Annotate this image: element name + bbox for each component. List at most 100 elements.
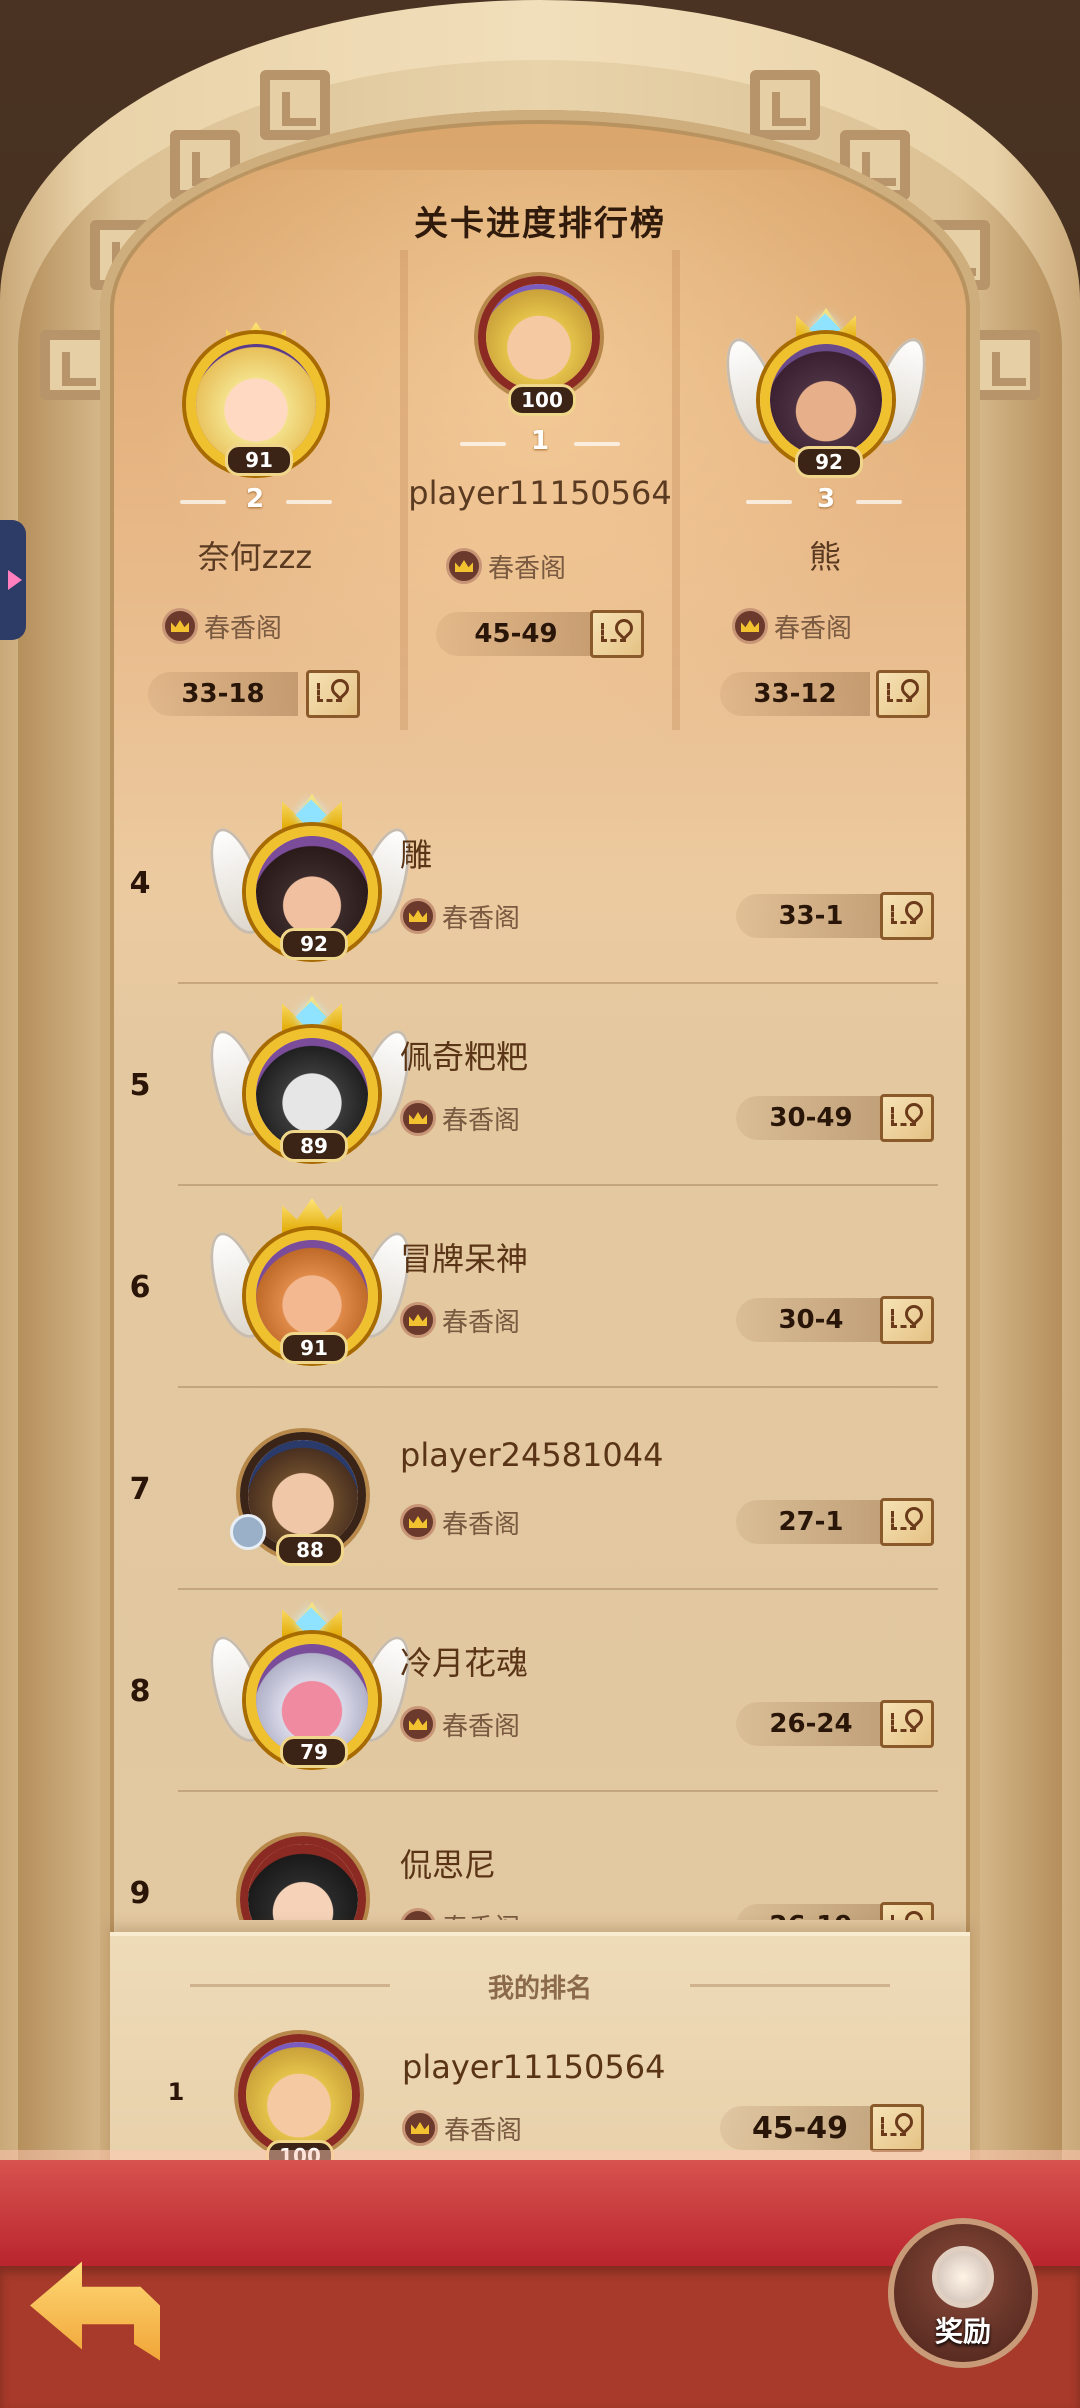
rank-number: 2: [245, 484, 265, 514]
player-name: 冒牌呆神: [400, 1240, 529, 1278]
player-name: player11150564: [408, 474, 672, 512]
rank-dash: [460, 442, 506, 446]
guild-crown-icon: [400, 1302, 436, 1338]
level-badge: 91: [280, 1332, 348, 1364]
level-badge: 89: [280, 1130, 348, 1162]
rank-number: 1: [530, 426, 550, 456]
title-line: [690, 1984, 890, 1987]
avatar[interactable]: [240, 1836, 366, 1920]
player-name: 熊: [808, 538, 841, 576]
map-icon[interactable]: [880, 1296, 934, 1344]
level-badge: 100: [508, 384, 576, 416]
rank-number: 1: [167, 2078, 185, 2106]
stage-progress: 33-1: [736, 894, 886, 938]
guild-crown-icon: [400, 1706, 436, 1742]
rank-number: 4: [129, 866, 151, 901]
player-name: 侃思尼: [400, 1846, 497, 1884]
rank-number: 3: [816, 484, 836, 514]
rank-number: 7: [129, 1472, 151, 1507]
guild-name: 春香阁: [442, 1105, 521, 1136]
arch-glyph: [260, 70, 330, 140]
stage-progress: 26-24: [736, 1702, 886, 1746]
guild-tag: 春香阁: [400, 1300, 520, 1340]
stage-progress: 45-49: [720, 2106, 880, 2150]
rank-number: 9: [129, 1876, 151, 1911]
crown-icon: [282, 1198, 342, 1234]
player-name: 奈何zzz: [197, 538, 313, 576]
guild-crown-icon: [162, 608, 198, 644]
guild-name: 春香阁: [774, 613, 853, 644]
player-name: 佩奇粑粑: [400, 1038, 529, 1076]
stage-progress: 27-1: [736, 1500, 886, 1544]
map-icon[interactable]: [590, 610, 644, 658]
guild-crown-icon: [400, 1100, 436, 1136]
guild-crown-icon: [446, 548, 482, 584]
reward-button[interactable]: 奖励: [888, 2218, 1038, 2368]
guild-tag: 春香阁: [400, 1502, 520, 1542]
map-icon[interactable]: [880, 1094, 934, 1142]
stage-progress: 33-18: [148, 672, 298, 716]
list-item[interactable]: 8 79 冷月花魂 春香阁 26-24: [110, 1568, 970, 1768]
level-badge: 91: [225, 444, 293, 476]
rank-dash: [746, 500, 792, 504]
guild-name: 春香阁: [442, 1307, 521, 1338]
list-item[interactable]: 6 91 冒牌呆神 春香阁 30-4: [110, 1164, 970, 1364]
guild-tag: 春香阁: [402, 2108, 522, 2148]
guild-tag: 春香阁: [400, 1704, 520, 1744]
leaderboard-screen: 关卡进度排行榜 91 2 奈何zzz 春香阁 33-18 100 1 playe…: [0, 0, 1080, 2408]
player-name: player11150564: [402, 2048, 666, 2086]
guild-tag: 春香阁: [162, 606, 282, 646]
list-item[interactable]: 9 侃思尼 春香阁 26-19: [110, 1770, 970, 1920]
map-icon[interactable]: [306, 670, 360, 718]
side-drawer-tab[interactable]: [0, 520, 26, 640]
list-item[interactable]: 5 89 佩奇粑粑 春香阁 30-49: [110, 962, 970, 1162]
guild-crown-icon: [400, 1908, 436, 1920]
guild-name: 春香阁: [442, 1711, 521, 1742]
list-item[interactable]: 4 92 雕 春香阁 33-1: [110, 760, 970, 960]
stage-progress: 33-12: [720, 672, 870, 716]
guild-name: 春香阁: [444, 2115, 523, 2146]
player-name: 雕: [400, 836, 433, 874]
level-badge: 79: [280, 1736, 348, 1768]
guild-tag: 春香阁: [732, 606, 852, 646]
page-title: 关卡进度排行榜: [414, 204, 666, 244]
rank-number: 6: [129, 1270, 151, 1305]
rank-dash: [574, 442, 620, 446]
back-button[interactable]: [30, 2256, 160, 2366]
map-icon[interactable]: [876, 670, 930, 718]
stage-progress: 30-49: [736, 1096, 886, 1140]
list-item[interactable]: 7 88 player24581044 春香阁 27-1: [110, 1366, 970, 1566]
guild-name: 春香阁: [442, 1509, 521, 1540]
guild-crown-icon: [400, 1504, 436, 1540]
stage-progress: 45-49: [436, 612, 596, 656]
rank-dash: [286, 500, 332, 504]
rank-number: 5: [129, 1068, 151, 1103]
guild-tag: 春香阁: [400, 896, 520, 936]
map-icon[interactable]: [880, 892, 934, 940]
avatar[interactable]: [238, 2034, 360, 2156]
guild-name: 春香阁: [442, 903, 521, 934]
guild-crown-icon: [402, 2110, 438, 2146]
map-icon[interactable]: [880, 1700, 934, 1748]
level-badge: 92: [795, 446, 863, 478]
guild-crown-icon: [732, 608, 768, 644]
back-arrow-icon: [30, 2261, 160, 2361]
ranking-list[interactable]: 4 92 雕 春香阁 33-1 5 89 佩奇粑粑 春香阁 30-49 6 91…: [110, 760, 970, 1920]
stage-progress: 30-4: [736, 1298, 886, 1342]
player-name: player24581044: [400, 1436, 664, 1474]
map-icon[interactable]: [880, 1902, 934, 1920]
rank-dash: [180, 500, 226, 504]
stage-progress: 26-19: [736, 1904, 886, 1920]
map-icon[interactable]: [870, 2104, 924, 2152]
player-name: 冷月花魂: [400, 1644, 529, 1682]
target-icon: [230, 1514, 266, 1550]
rank-dash: [856, 500, 902, 504]
guild-tag: 春香阁: [400, 1098, 520, 1138]
avatar[interactable]: [478, 276, 600, 398]
map-icon[interactable]: [880, 1498, 934, 1546]
guild-name: 春香阁: [442, 1908, 520, 1921]
guild-name: 春香阁: [488, 553, 567, 584]
medal-icon: [932, 2246, 994, 2308]
guild-tag: 春香阁: [446, 546, 566, 586]
level-badge: 88: [276, 1534, 344, 1566]
